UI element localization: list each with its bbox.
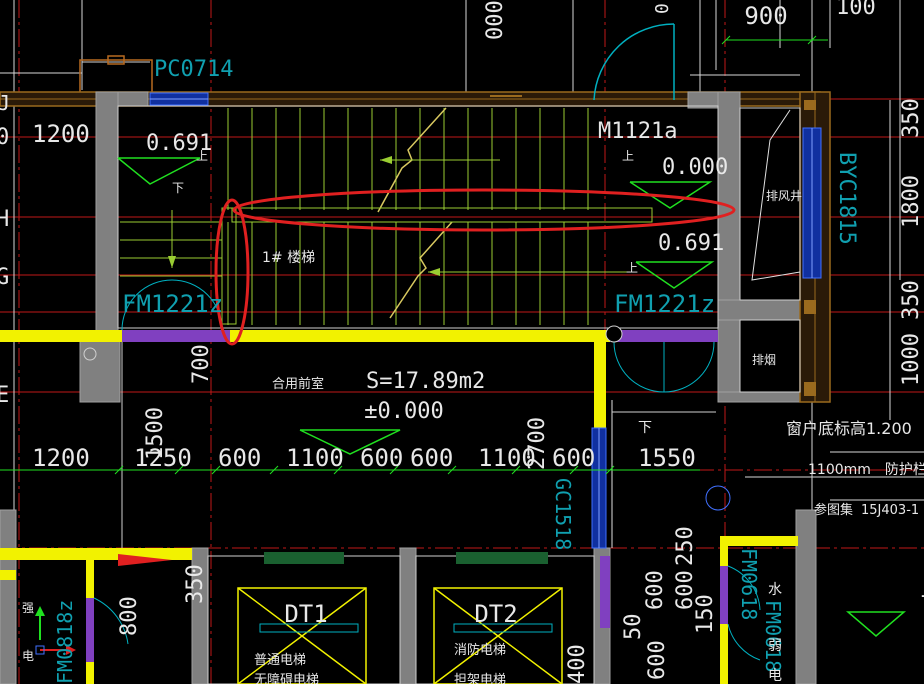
dim-row-1550: 1550 bbox=[638, 444, 696, 472]
room-weak: 弱 bbox=[768, 638, 782, 654]
dim-v-2700: 2700 bbox=[525, 417, 550, 470]
highlight-marks bbox=[214, 188, 736, 346]
dim-row-600b: 600 bbox=[360, 444, 403, 472]
window-byc1815-label: BYC1815 bbox=[834, 152, 859, 245]
dim-000: 000 bbox=[483, 0, 508, 40]
dim-v-150: 150 bbox=[693, 594, 718, 634]
axis-label-e: E bbox=[0, 383, 9, 408]
door-m1121a-label: M1121a bbox=[598, 119, 677, 144]
dim-v-600a: 600 bbox=[643, 570, 668, 610]
cad-floor-plan: 900 100 000 0 PC0714 J 0 H G E 350 1800 … bbox=[0, 0, 924, 684]
dim-v-neg: -0 bbox=[918, 583, 924, 608]
dim-v-800: 800 bbox=[117, 596, 142, 636]
dim-right-1000: 1000 bbox=[899, 333, 924, 386]
room-exhaust-shaft: 排风井 bbox=[766, 189, 802, 203]
dim-v-1500: 1500 bbox=[143, 407, 168, 460]
axis-label-g: G bbox=[0, 265, 9, 290]
elevator-dt1-name: 普通电梯 bbox=[254, 653, 306, 668]
mark-down-left: 下 bbox=[172, 181, 184, 195]
dim-right-1800: 1800 bbox=[899, 175, 924, 228]
labels: J 0 H G E 350 1800 350 1000 1200 0.691 0… bbox=[0, 91, 924, 684]
right-brown-wall bbox=[799, 91, 831, 403]
dim-v-700: 700 bbox=[189, 344, 214, 384]
level-lobby: ±0.000 bbox=[364, 399, 443, 424]
dim-v-250: 250 bbox=[673, 526, 698, 566]
elevator-dt1-label: DT1 bbox=[284, 600, 327, 628]
axis-label-j: J bbox=[0, 91, 10, 115]
dim-row-600a: 600 bbox=[218, 444, 261, 472]
mark-up-left: 上 bbox=[196, 149, 208, 163]
mark-up-top-right: 上 bbox=[622, 149, 634, 163]
note-sill: 窗户底标高1.200 bbox=[786, 419, 912, 438]
dim-row-1100a: 1100 bbox=[286, 444, 344, 472]
dim-row-600c: 600 bbox=[410, 444, 453, 472]
dim-v-600c: 600 bbox=[645, 640, 670, 680]
window-pc0714-label: PC0714 bbox=[154, 57, 233, 82]
top-dimension: 900 100 000 0 bbox=[483, 0, 876, 45]
dim-100: 100 bbox=[836, 0, 876, 20]
dim-1200-top: 1200 bbox=[32, 120, 90, 148]
room-lobby-name: 合用前室 bbox=[272, 376, 324, 392]
dim-right-350a: 350 bbox=[899, 98, 924, 138]
door-fm0818-label: FM0818z bbox=[53, 600, 77, 684]
room-smoke-shaft: 排烟 bbox=[752, 353, 776, 367]
door-fm1221-right-label: FM1221z bbox=[614, 290, 715, 318]
dim-0: 0 bbox=[652, 3, 673, 14]
mark-up-mid-right: 上 bbox=[626, 261, 638, 275]
dim-row-600d: 600 bbox=[552, 444, 595, 472]
axis-label-h: H bbox=[0, 207, 9, 232]
level-0000: 0.000 bbox=[662, 155, 728, 180]
room-strong: 强 bbox=[22, 601, 34, 615]
dim-v-350: 350 bbox=[183, 564, 208, 604]
dim-right-350b: 350 bbox=[899, 280, 924, 320]
window-gc1518-label: GC1518 bbox=[551, 478, 575, 550]
room-water: 水 bbox=[768, 582, 782, 598]
room-lobby-area: S=17.89m2 bbox=[366, 369, 485, 394]
elevator-dt2-sub: 担架电梯 bbox=[454, 673, 506, 684]
door-fm0618b-label: FM0618 bbox=[761, 600, 785, 672]
elevator-dt1-sub: 无障碍电梯 bbox=[254, 673, 319, 684]
dim-v-400: 400 bbox=[565, 644, 590, 684]
door-fm1221-left-label: FM1221z bbox=[122, 290, 223, 318]
dim-row-1200: 1200 bbox=[32, 444, 90, 472]
room-stair-label: 1# 楼梯 bbox=[262, 250, 315, 266]
axis-label-0: 0 bbox=[0, 125, 9, 150]
note-reference: 参图集 15J403-1 bbox=[814, 502, 919, 518]
elevator-dt2-name: 消防电梯 bbox=[454, 642, 506, 658]
door-fm0618a-label: FM0618 bbox=[737, 548, 761, 620]
room-power: 电 bbox=[22, 649, 34, 663]
mark-down-stairs: 下 bbox=[638, 420, 652, 436]
dim-v-50: 50 bbox=[621, 614, 646, 641]
door-m1121a-swing bbox=[593, 23, 675, 101]
note-railing: 1100mm 防护栏 bbox=[808, 462, 924, 478]
elevator-dt2-label: DT2 bbox=[474, 600, 517, 628]
room-elec: 电 bbox=[768, 668, 782, 684]
level-0691-mid: 0.691 bbox=[658, 231, 724, 256]
dim-900: 900 bbox=[744, 2, 787, 30]
